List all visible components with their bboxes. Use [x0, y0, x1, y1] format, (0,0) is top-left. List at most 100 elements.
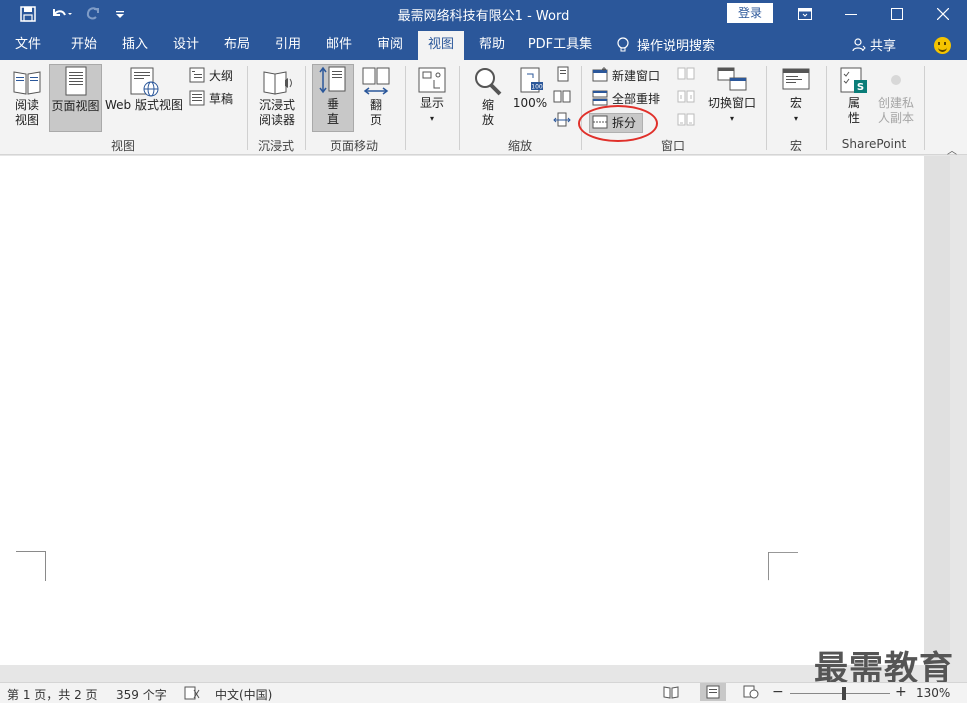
- vertical-label-2: 直: [326, 112, 339, 126]
- tab-pdf-tools[interactable]: PDF工具集: [524, 31, 596, 60]
- tab-insert[interactable]: 插入: [112, 31, 158, 60]
- side-to-side-icon: [362, 67, 390, 95]
- show-icon: [418, 67, 446, 93]
- immersive-label-1: 沉浸式: [258, 98, 295, 112]
- vertical-button[interactable]: 垂 直: [312, 64, 354, 132]
- vertical-scroll-icon: [319, 66, 346, 94]
- properties-icon: S: [840, 67, 867, 93]
- side-to-side-button[interactable]: 翻 页: [358, 66, 394, 128]
- reset-window-position-button[interactable]: [676, 112, 696, 128]
- reset-position-icon: [677, 113, 695, 126]
- immersive-reader-icon: [263, 71, 292, 95]
- arrange-all-icon: [592, 90, 608, 106]
- person-icon: [852, 37, 866, 51]
- immersive-reader-button[interactable]: 沉浸式 阅读器: [252, 66, 302, 128]
- lightbulb-icon: [617, 36, 629, 51]
- tell-me-search[interactable]: 操作说明搜索: [617, 31, 715, 58]
- synchronous-scrolling-button[interactable]: [676, 89, 696, 105]
- collapse-ribbon-icon[interactable]: ︿: [947, 142, 957, 157]
- web-layout-icon: [130, 67, 159, 97]
- tab-mailings[interactable]: 邮件: [316, 31, 362, 60]
- page-count[interactable]: 第 1 页，共 2 页: [7, 686, 98, 703]
- zoom-level[interactable]: 130%: [916, 686, 950, 700]
- maximize-icon[interactable]: [874, 0, 920, 27]
- crop-mark-right: [768, 551, 798, 581]
- tab-help[interactable]: 帮助: [469, 31, 515, 60]
- share-label: 共享: [870, 39, 897, 54]
- read-mode-label-1: 阅读: [14, 98, 39, 112]
- share-button[interactable]: 共享: [852, 31, 896, 58]
- vertical-label-1: 垂: [326, 97, 339, 111]
- side-by-side-icon: [677, 67, 695, 80]
- print-layout-button[interactable]: 页面视图: [49, 64, 102, 132]
- ribbon-display-options-icon[interactable]: [782, 0, 828, 27]
- feedback-smiley-icon[interactable]: [934, 37, 951, 54]
- window-group-label: 窗口: [660, 139, 685, 153]
- proofing-icon[interactable]: [184, 686, 200, 703]
- login-button[interactable]: 登录: [727, 3, 773, 23]
- read-mode-icon: [13, 71, 41, 95]
- zoom-slider-track[interactable]: [790, 693, 890, 694]
- minimize-icon[interactable]: [828, 0, 874, 27]
- zoom-out-button[interactable]: −: [772, 684, 784, 700]
- outline-icon: [189, 67, 205, 83]
- outline-button[interactable]: 大纲: [189, 65, 233, 85]
- web-layout-button[interactable]: Web 版式视图: [104, 66, 184, 113]
- document-page[interactable]: [0, 156, 924, 665]
- side-label-2: 页: [369, 113, 382, 127]
- views-group-label: 视图: [110, 139, 135, 153]
- properties-label-2: 性: [847, 111, 860, 125]
- chevron-down-icon: ▾: [429, 114, 434, 123]
- macros-icon: [782, 68, 810, 90]
- properties-button[interactable]: S 属 性: [836, 66, 872, 126]
- page-width-button[interactable]: [552, 112, 572, 128]
- tab-design[interactable]: 设计: [163, 31, 209, 60]
- zoom-slider-thumb[interactable]: [842, 687, 846, 700]
- zoom-100-label: 100%: [512, 96, 548, 110]
- ribbon: 阅读 视图 页面视图 Web 版式视图 大纲 草稿 视图 沉浸式 阅读器 沉浸式…: [0, 60, 967, 157]
- draft-button[interactable]: 草稿: [189, 88, 233, 108]
- immersive-label-2: 阅读器: [258, 113, 295, 127]
- magnifier-icon: [475, 68, 502, 96]
- zoom-100-button[interactable]: 100 100%: [510, 66, 550, 111]
- scrollbar-gutter: [950, 156, 967, 665]
- page-width-icon: [553, 112, 571, 127]
- tab-home[interactable]: 开始: [60, 31, 108, 60]
- tab-view[interactable]: 视图: [418, 31, 464, 60]
- print-layout-icon: [65, 66, 86, 96]
- print-layout-status-icon[interactable]: [700, 683, 726, 701]
- switch-windows-dropdown[interactable]: 切换窗口 ▾: [704, 66, 760, 126]
- word-count[interactable]: 359 个字: [116, 686, 167, 703]
- show-dropdown[interactable]: 显示 ▾: [412, 66, 452, 126]
- sharepoint-group-label: SharePoint: [841, 137, 907, 151]
- language-indicator[interactable]: 中文(中国): [215, 686, 272, 703]
- new-window-label: 新建窗口: [612, 68, 661, 83]
- zoom-button[interactable]: 缩 放: [470, 66, 506, 128]
- tab-references[interactable]: 引用: [265, 31, 311, 60]
- macros-label: 宏: [789, 96, 802, 110]
- tab-file[interactable]: 文件: [4, 31, 52, 60]
- tab-layout[interactable]: 布局: [214, 31, 260, 60]
- view-side-by-side-button[interactable]: [676, 66, 696, 82]
- new-window-button[interactable]: 新建窗口: [592, 65, 660, 85]
- side-label-1: 翻: [369, 98, 382, 112]
- new-window-icon: [592, 67, 608, 82]
- zoom-in-button[interactable]: +: [895, 684, 907, 700]
- one-page-button[interactable]: [554, 66, 572, 82]
- read-mode-label-2: 视图: [14, 113, 39, 127]
- svg-text:100: 100: [531, 84, 543, 91]
- multiple-pages-button[interactable]: [552, 89, 572, 105]
- read-mode-button[interactable]: 阅读 视图: [6, 66, 48, 128]
- close-icon[interactable]: [920, 0, 966, 27]
- show-label: 显示: [419, 96, 444, 110]
- tab-review[interactable]: 审阅: [367, 31, 413, 60]
- read-mode-status-icon[interactable]: [663, 685, 679, 702]
- web-layout-status-icon[interactable]: [743, 685, 759, 702]
- create-private-copy-button[interactable]: 创建私 人副本: [874, 66, 918, 126]
- chevron-down-icon: ▾: [729, 114, 734, 123]
- document-area[interactable]: [0, 156, 924, 665]
- macros-dropdown[interactable]: 宏 ▾: [776, 66, 816, 126]
- arrange-all-label: 全部重排: [612, 91, 661, 106]
- zoom-label-1: 缩: [481, 98, 494, 112]
- vertical-scrollbar[interactable]: [924, 156, 950, 665]
